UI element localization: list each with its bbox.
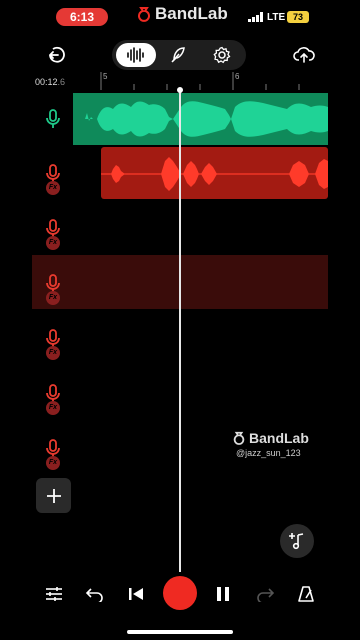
track-1-region[interactable] bbox=[73, 93, 328, 145]
pause-icon bbox=[217, 587, 229, 601]
tab-waveform[interactable] bbox=[116, 43, 156, 67]
track-2-waveform bbox=[101, 157, 328, 191]
metronome-icon bbox=[298, 586, 314, 602]
redo-icon bbox=[257, 588, 275, 602]
fx-badge[interactable]: Fx bbox=[46, 346, 60, 360]
add-track-button[interactable] bbox=[36, 478, 71, 513]
transport-bar bbox=[0, 572, 360, 616]
network-type: LTE bbox=[267, 12, 286, 23]
bandlab-logo-icon bbox=[233, 431, 245, 445]
status-bar: 6:13 BandLab LTE 73 bbox=[0, 0, 360, 34]
plus-icon bbox=[46, 488, 61, 503]
waveform-icon bbox=[127, 47, 144, 63]
skip-back-icon bbox=[129, 588, 143, 600]
microphone-icon bbox=[46, 109, 60, 128]
ruler-ticks bbox=[100, 72, 300, 90]
status-time: 6:13 bbox=[56, 8, 108, 26]
undo-button[interactable] bbox=[81, 580, 109, 608]
music-note-plus-icon bbox=[289, 533, 304, 550]
battery-indicator: 73 bbox=[287, 11, 309, 23]
brand-name: BandLab bbox=[155, 4, 228, 23]
brand-header: BandLab bbox=[136, 4, 228, 24]
top-toolbar bbox=[0, 38, 360, 72]
watermark-username: @jazz_sun_123 bbox=[236, 448, 301, 458]
redo-button[interactable] bbox=[251, 580, 279, 608]
time-readout: 00:12.6 bbox=[35, 77, 65, 87]
bandlab-logo-icon bbox=[138, 7, 150, 22]
cloud-upload-icon bbox=[293, 47, 315, 63]
track-5-header[interactable]: Fx bbox=[40, 328, 70, 368]
undo-icon bbox=[85, 588, 103, 602]
add-instrument-button[interactable] bbox=[280, 524, 314, 558]
track-1-header[interactable] bbox=[40, 108, 70, 148]
track-4-header[interactable]: Fx bbox=[40, 273, 70, 313]
track-2-header[interactable]: Fx bbox=[40, 163, 70, 203]
fx-badge[interactable]: Fx bbox=[46, 456, 60, 470]
fx-badge[interactable]: Fx bbox=[46, 181, 60, 195]
tab-lyrics[interactable] bbox=[159, 43, 199, 67]
tab-settings[interactable] bbox=[202, 43, 242, 67]
signal-icon bbox=[248, 12, 263, 22]
fx-badge[interactable]: Fx bbox=[46, 401, 60, 415]
track-1-waveform bbox=[73, 101, 328, 137]
ruler-label-bar-5: 5 bbox=[103, 72, 108, 81]
mixer-button[interactable] bbox=[40, 580, 68, 608]
playhead-handle[interactable] bbox=[177, 87, 183, 93]
feather-icon bbox=[171, 47, 185, 63]
record-button[interactable] bbox=[163, 576, 197, 610]
upload-button[interactable] bbox=[290, 41, 318, 69]
track-6-header[interactable]: Fx bbox=[40, 383, 70, 423]
track-2-region[interactable] bbox=[101, 147, 328, 199]
timeline-ruler[interactable]: 5 6 bbox=[100, 72, 330, 90]
time-readout-main: 00:12 bbox=[35, 77, 58, 87]
pause-button[interactable] bbox=[209, 580, 237, 608]
fx-badge[interactable]: Fx bbox=[46, 291, 60, 305]
home-indicator bbox=[127, 630, 233, 634]
track-3-header[interactable]: Fx bbox=[40, 218, 70, 258]
gear-icon bbox=[213, 46, 231, 64]
mixer-sliders-icon bbox=[46, 587, 62, 601]
fx-badge[interactable]: Fx bbox=[46, 236, 60, 250]
watermark-logo: BandLab bbox=[232, 430, 309, 446]
track-7-header[interactable]: Fx bbox=[40, 438, 70, 478]
view-switcher bbox=[112, 40, 246, 70]
metronome-button[interactable] bbox=[292, 580, 320, 608]
time-readout-fraction: .6 bbox=[57, 77, 66, 87]
back-button[interactable] bbox=[42, 41, 70, 69]
back-arrow-icon bbox=[49, 46, 65, 63]
ruler-label-bar-6: 6 bbox=[235, 72, 240, 81]
watermark-brand: BandLab bbox=[249, 430, 309, 446]
bandlab-watermark: BandLab @jazz_sun_123 bbox=[232, 430, 309, 458]
skip-to-start-button[interactable] bbox=[122, 580, 150, 608]
playhead[interactable] bbox=[179, 90, 181, 572]
